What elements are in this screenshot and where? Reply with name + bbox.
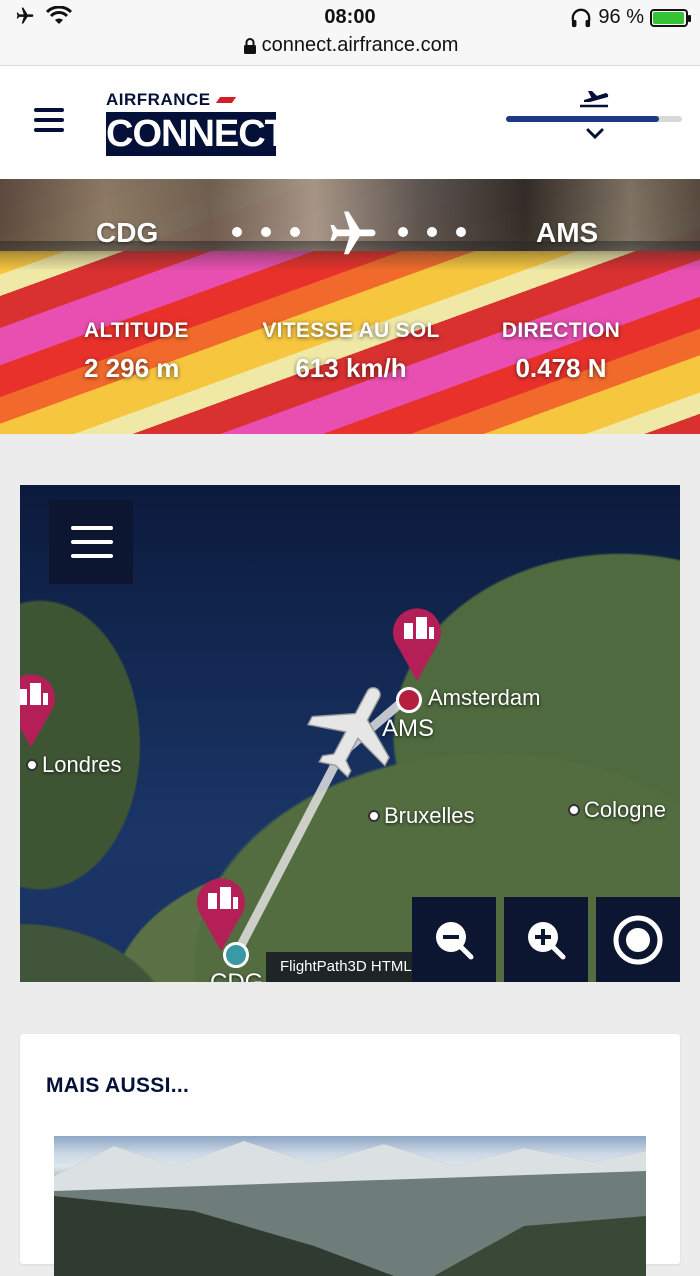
route-dot [456, 227, 466, 237]
takeoff-plane-icon [580, 91, 609, 108]
route-dot [398, 227, 408, 237]
ams-airport-marker [396, 687, 422, 713]
flight-route: CDG AMS [0, 211, 700, 255]
logo-connect: CONNECT [106, 112, 288, 156]
flight-hero-banner: CDG AMS ALTITUDE 2 296 m VITESSE AU SOL … [0, 179, 700, 434]
map-menu-button[interactable] [49, 500, 133, 584]
airport-code-ams: AMS [382, 715, 435, 742]
menu-button[interactable] [34, 108, 64, 132]
stat-label: DIRECTION [501, 319, 621, 342]
menu-bar-line [34, 118, 64, 122]
city-label-amsterdam: Amsterdam [428, 685, 540, 711]
stat-ground-speed: VITESSE AU SOL 613 km/h [256, 319, 446, 384]
menu-bar-line [71, 540, 113, 544]
stat-value: 0.478 N [515, 353, 607, 383]
route-origin: CDG [96, 217, 159, 248]
stat-value: 2 296 m [84, 353, 180, 383]
map-pin-paris-icon[interactable] [194, 873, 248, 953]
menu-bar-line [71, 554, 113, 558]
more-section-title: MAIS AUSSI... [46, 1074, 190, 1097]
menu-bar-line [34, 128, 64, 132]
zoom-out-icon [436, 921, 474, 959]
flight-progress-toggle[interactable] [506, 88, 682, 148]
menu-bar-line [34, 108, 64, 112]
battery-fill [653, 11, 684, 24]
logo-stripe-icon [215, 97, 236, 103]
chevron-down-icon [586, 128, 604, 140]
airfrance-connect-logo[interactable]: AIRFRANCE CONNECT [106, 90, 288, 156]
flight-progress-bar [506, 116, 682, 122]
target-icon [613, 915, 663, 964]
city-dot [26, 759, 38, 771]
stat-altitude: ALTITUDE 2 296 m [84, 319, 189, 384]
city-dot [568, 804, 580, 816]
city-name: Bruxelles [384, 803, 475, 828]
headphones-icon [572, 8, 591, 27]
map-pin-londres-icon[interactable] [20, 669, 58, 749]
destination-photo[interactable] [54, 1136, 646, 1276]
zoom-in-icon [528, 921, 566, 959]
battery-percent: 96 % [598, 6, 644, 28]
mountain-illustration [54, 1141, 646, 1276]
stat-direction: DIRECTION 0.478 N [496, 319, 626, 384]
city-name: Londres [42, 752, 122, 777]
route-dot [261, 227, 271, 237]
stat-label: ALTITUDE [84, 319, 189, 342]
airport-code-cdg: CDG [210, 969, 263, 982]
city-name: Amsterdam [428, 685, 541, 710]
city-dot [368, 810, 380, 822]
city-label-londres: Londres [26, 752, 122, 778]
flight-progress-fill [506, 116, 660, 122]
stat-label: VITESSE AU SOL [262, 319, 440, 342]
url-text: connect.airfrance.com [261, 34, 459, 57]
battery-charging-icon [650, 8, 691, 27]
site-header: AIRFRANCE CONNECT [0, 66, 700, 179]
route-destination: AMS [536, 217, 599, 248]
recenter-button[interactable] [596, 897, 680, 982]
map-pin-amsterdam-icon[interactable] [390, 603, 444, 683]
route-dot [232, 227, 242, 237]
status-bar: 08:00 96 % [0, 0, 700, 34]
map-credit: FlightPath3D HTML5 [266, 952, 414, 982]
url-bar[interactable]: connect.airfrance.com [0, 34, 700, 66]
route-dot [290, 227, 300, 237]
stat-value: 613 km/h [295, 353, 407, 383]
city-label-bruxelles: Bruxelles [368, 803, 474, 829]
logo-airfrance-text: AIRFRANCE [106, 90, 211, 109]
menu-bar-line [71, 526, 113, 530]
zoom-out-button[interactable] [412, 897, 496, 982]
route-plane-icon [330, 211, 376, 255]
zoom-in-button[interactable] [504, 897, 588, 982]
logo-airfrance: AIRFRANCE [106, 90, 276, 110]
city-label-cologne: Cologne [568, 797, 666, 823]
cdg-airport-marker [223, 942, 249, 968]
flight-map[interactable]: Amsterdam AMS Londres Bruxelles Cologne … [20, 485, 680, 982]
more-section-card: MAIS AUSSI... [20, 1034, 680, 1276]
lock-icon [243, 37, 256, 54]
route-dot [427, 227, 437, 237]
city-name: Cologne [584, 797, 666, 822]
status-right: 96 % [570, 6, 691, 29]
